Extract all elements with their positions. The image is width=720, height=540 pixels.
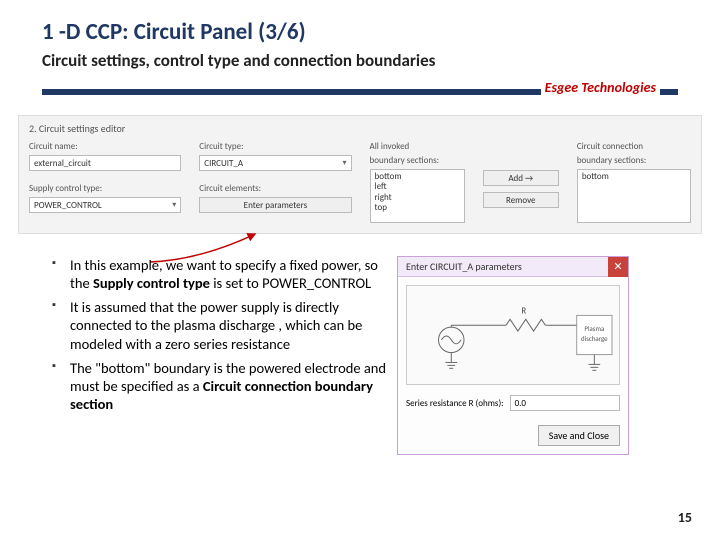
circuit-name-input[interactable]: external_circuit <box>29 155 181 171</box>
conn-label-line2: boundary sections: <box>577 155 691 166</box>
circuit-settings-editor: 2. Circuit settings editor Circuit name:… <box>18 115 702 234</box>
supply-control-value: POWER_CONTROL <box>34 200 102 211</box>
bullet-list: In this example, we want to specify a fi… <box>52 256 387 455</box>
resistor-label: R <box>521 306 526 316</box>
chevron-down-icon: ▾ <box>172 200 176 210</box>
close-button[interactable]: ✕ <box>608 257 628 277</box>
supply-control-dropdown[interactable]: POWER_CONTROL ▾ <box>29 197 181 213</box>
svg-text:Plasma: Plasma <box>584 324 604 333</box>
slide-title: 1 -D CCP: Circuit Panel (3/6) <box>0 0 720 50</box>
circuit-elements-label: Circuit elements: <box>199 183 351 194</box>
circuit-schematic: R Plasma discharge <box>406 285 620 385</box>
save-and-close-button[interactable]: Save and Close <box>538 425 620 446</box>
list-item[interactable]: bottom <box>375 172 460 182</box>
series-resistance-input[interactable]: 0.0 <box>510 395 620 411</box>
invoked-boundary-list[interactable]: bottom left right top <box>370 169 465 223</box>
bullet-item: In this example, we want to specify a fi… <box>52 256 387 292</box>
slide-subtitle: Circuit settings, control type and conne… <box>0 50 720 79</box>
list-item[interactable]: right <box>375 193 460 203</box>
circuit-type-label: Circuit type: <box>199 141 351 152</box>
enter-parameters-button[interactable]: Enter parameters <box>199 197 351 213</box>
brand-label: Esgee Technologies <box>541 79 660 96</box>
editor-heading: 2. Circuit settings editor <box>29 122 691 135</box>
conn-label-line1: Circuit connection <box>577 141 691 152</box>
circuit-type-value: CIRCUIT_A <box>204 158 243 169</box>
chevron-down-icon: ▾ <box>343 158 347 168</box>
series-resistance-label: Series resistance R (ohms): <box>406 398 504 409</box>
list-item[interactable]: bottom <box>582 172 686 182</box>
connection-boundary-list[interactable]: bottom <box>577 169 691 223</box>
circuit-name-label: Circuit name: <box>29 141 181 152</box>
page-number: 15 <box>678 509 692 526</box>
parameters-dialog: Enter CIRCUIT_A parameters ✕ R <box>397 256 629 455</box>
bullet-item: It is assumed that the power supply is d… <box>52 298 387 352</box>
svg-text:discharge: discharge <box>581 334 608 343</box>
bullet-item: The "bottom" boundary is the powered ele… <box>52 359 387 413</box>
add-button[interactable]: Add → <box>483 170 559 186</box>
dialog-title: Enter CIRCUIT_A parameters <box>406 260 522 273</box>
remove-button[interactable]: Remove <box>483 192 559 208</box>
invoked-label-line2: boundary sections: <box>370 155 465 166</box>
list-item[interactable]: top <box>375 203 460 213</box>
invoked-label-line1: All invoked <box>370 141 465 152</box>
circuit-type-dropdown[interactable]: CIRCUIT_A ▾ <box>199 155 351 171</box>
dialog-titlebar: Enter CIRCUIT_A parameters ✕ <box>398 257 628 277</box>
supply-control-label: Supply control type: <box>29 183 181 194</box>
title-rule: Esgee Technologies <box>0 83 720 101</box>
